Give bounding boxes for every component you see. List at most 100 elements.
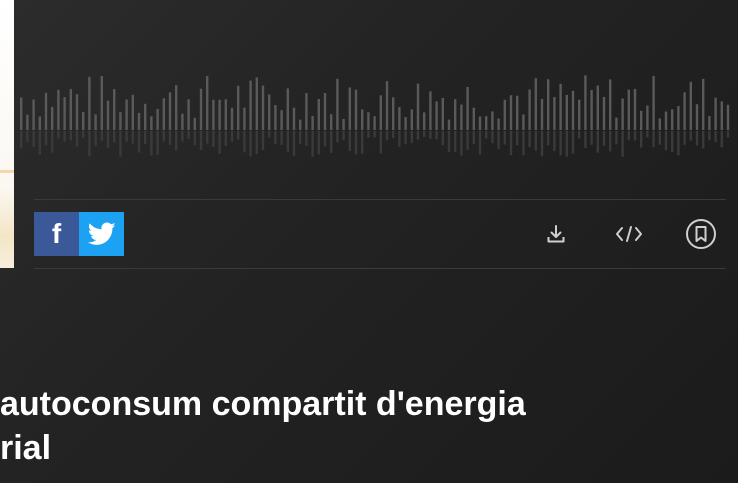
waveform-bar xyxy=(63,97,66,130)
waveform-bar xyxy=(218,99,221,130)
embed-button[interactable] xyxy=(609,212,649,256)
waveform-bar xyxy=(683,92,686,130)
waveform-bar xyxy=(88,76,91,130)
waveform-bar-reflection xyxy=(342,131,345,141)
waveform-bar xyxy=(32,99,35,130)
waveform-bar-reflection xyxy=(156,131,159,155)
waveform-bar-reflection xyxy=(404,131,407,145)
waveform-bar-reflection xyxy=(199,131,203,150)
waveform-bar xyxy=(534,78,537,130)
waveform-bar-reflection xyxy=(447,131,451,153)
waveform-bar xyxy=(199,88,203,130)
waveform-bar-reflection xyxy=(553,131,556,152)
waveform-bar-reflection xyxy=(336,131,339,143)
waveform-bar-reflection xyxy=(206,131,209,144)
waveform-bar-reflection xyxy=(528,131,531,147)
waveform-bar xyxy=(553,97,556,130)
divider-bottom xyxy=(34,268,726,269)
waveform-bar xyxy=(75,94,79,130)
waveform-bar-reflection xyxy=(237,131,240,140)
waveform-bar xyxy=(596,85,599,130)
waveform-bar xyxy=(249,80,252,130)
waveform-bar-reflection xyxy=(268,131,271,138)
waveform-bar-reflection xyxy=(435,131,438,140)
waveform-bar-reflection xyxy=(633,131,637,141)
waveform-bar xyxy=(193,117,196,130)
code-embed-icon xyxy=(616,226,642,242)
facebook-share-button[interactable]: f xyxy=(34,212,79,256)
waveform-bar-reflection xyxy=(51,131,54,153)
waveform-bar-reflection xyxy=(299,131,302,145)
waveform-bar-reflection xyxy=(181,131,184,142)
waveform-bar-reflection xyxy=(615,131,618,145)
waveform-bar-reflection xyxy=(367,131,370,138)
waveform-bar-reflection xyxy=(106,131,110,148)
waveform-bar-reflection xyxy=(218,131,221,154)
waveform-bar-reflection xyxy=(652,131,655,148)
waveform-bar xyxy=(175,85,178,130)
waveform-bar xyxy=(689,81,692,130)
waveform-bar xyxy=(677,106,680,130)
waveform-bar-reflection xyxy=(150,131,153,156)
download-button[interactable] xyxy=(536,212,576,256)
waveform-bar xyxy=(392,97,395,130)
waveform-bar xyxy=(26,114,29,130)
waveform-bar xyxy=(720,101,723,130)
waveform-bar xyxy=(485,116,488,130)
waveform-bar-reflection xyxy=(683,131,686,145)
waveform-bar-reflection xyxy=(125,131,128,142)
waveform-bar xyxy=(571,90,575,130)
waveform-bar-reflection xyxy=(20,131,23,149)
waveform-bar-reflection xyxy=(69,131,72,141)
twitter-share-button[interactable] xyxy=(79,212,124,256)
waveform-bar-reflection xyxy=(664,131,668,151)
waveform-bar xyxy=(478,116,482,130)
waveform-bar-reflection xyxy=(162,131,165,142)
waveform-bar xyxy=(565,94,568,130)
waveform-bar-reflection xyxy=(466,131,469,150)
waveform-bar-reflection xyxy=(534,131,537,151)
waveform-bar xyxy=(280,110,283,130)
waveform-bar xyxy=(547,79,550,130)
waveform-bar xyxy=(125,99,128,130)
waveform-bar-reflection xyxy=(361,131,364,154)
waveform-bar-reflection xyxy=(249,131,252,157)
waveform-bar-reflection xyxy=(137,131,141,153)
bookmark-button[interactable] xyxy=(681,212,721,256)
divider-top xyxy=(34,199,726,200)
waveform-bar-reflection xyxy=(379,131,382,154)
waveform-bar xyxy=(100,76,103,130)
waveform-bar-reflection xyxy=(323,131,327,147)
waveform-bar xyxy=(224,99,227,130)
waveform-bar xyxy=(162,98,165,130)
waveform-bar xyxy=(410,109,413,130)
waveform-bar-reflection xyxy=(485,131,488,139)
waveform-bar xyxy=(342,118,345,130)
waveform-bar xyxy=(627,89,630,130)
waveform-bar-reflection xyxy=(100,131,103,141)
waveform-bar-reflection xyxy=(497,131,500,149)
waveform-bar-reflection xyxy=(708,131,711,141)
waveform-bar xyxy=(274,105,277,130)
waveform-bar-reflection xyxy=(311,131,314,157)
waveform-bar-reflection xyxy=(726,131,730,138)
twitter-icon xyxy=(87,222,116,245)
waveform-bar xyxy=(243,107,246,130)
waveform-bar-reflection xyxy=(280,131,283,145)
episode-thumbnail[interactable] xyxy=(0,0,14,268)
waveform-bar xyxy=(144,103,147,130)
waveform-bar xyxy=(460,104,463,130)
waveform-bar-reflection xyxy=(590,131,593,145)
waveform-bar-reflection xyxy=(274,131,277,145)
waveform-bar xyxy=(609,79,612,130)
waveform-bar-reflection xyxy=(689,131,692,141)
waveform-bar xyxy=(361,109,364,130)
waveform-bar-reflection xyxy=(348,131,351,151)
waveform-bar xyxy=(429,91,432,130)
waveform-bar xyxy=(509,95,513,130)
audio-waveform[interactable] xyxy=(18,66,730,162)
waveform-bar xyxy=(447,119,451,130)
waveform-bar xyxy=(590,90,593,130)
waveform-bar-reflection xyxy=(292,131,296,157)
waveform-bar-reflection xyxy=(516,131,519,146)
